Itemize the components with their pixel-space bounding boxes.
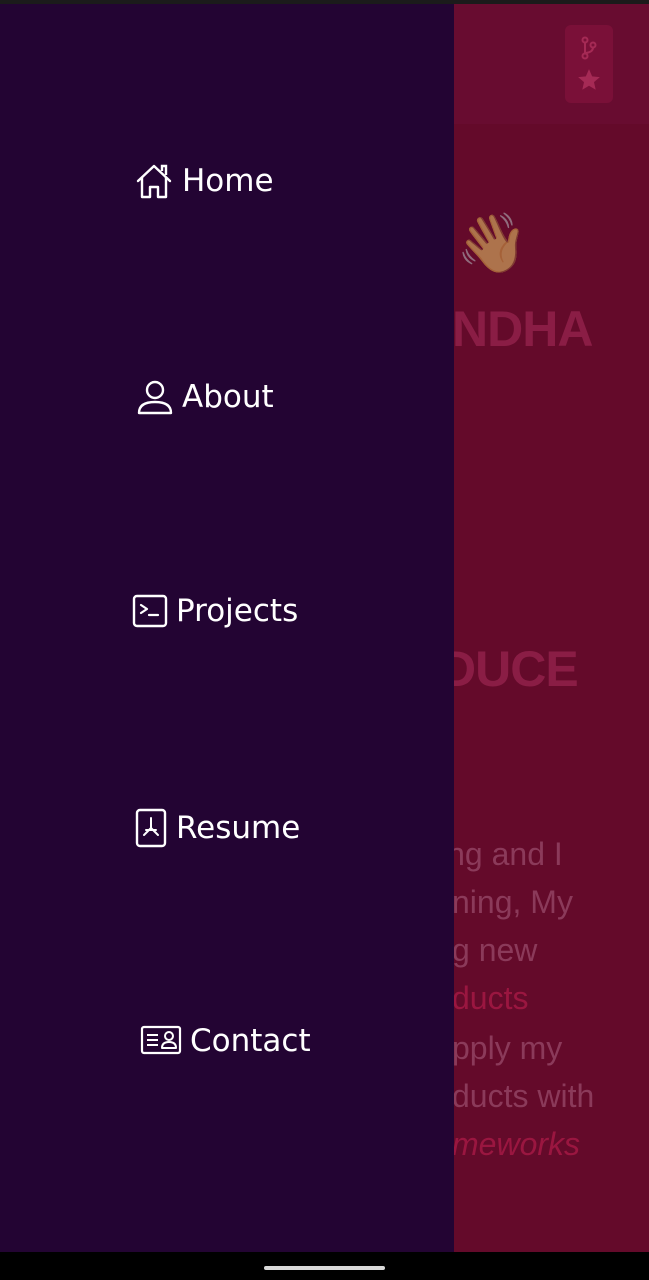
contact-card-icon xyxy=(140,1024,182,1058)
nav-item-home[interactable]: Home xyxy=(134,161,274,201)
nav-item-resume[interactable]: Resume xyxy=(134,808,300,848)
nav-item-label: Contact xyxy=(190,1023,311,1059)
nav-item-contact[interactable]: Contact xyxy=(140,1023,311,1059)
screen: 👋 NDHA DUCE ing and I ning, My g new duc… xyxy=(0,0,649,1280)
pdf-file-icon xyxy=(134,808,168,848)
paragraph-line: ducts with xyxy=(452,1078,595,1114)
nav-item-projects[interactable]: Projects xyxy=(132,593,298,629)
name-heading-fragment: NDHA xyxy=(452,301,593,357)
wave-emoji: 👋 xyxy=(456,209,529,277)
paragraph-line: ning, My xyxy=(452,884,573,920)
paragraph-line: g new xyxy=(452,932,538,968)
paragraph-line: pply my xyxy=(452,1030,563,1066)
paragraph-line: ducts xyxy=(452,980,529,1016)
git-branch-icon xyxy=(581,36,597,60)
paragraph-line: ing and I xyxy=(440,836,563,872)
nav-item-label: Resume xyxy=(176,810,301,846)
navigation-drawer: Home About Projects Resume Contact xyxy=(0,4,454,1252)
terminal-icon xyxy=(132,593,168,629)
user-icon xyxy=(136,377,174,417)
nav-item-label: About xyxy=(182,379,274,415)
nav-item-about[interactable]: About xyxy=(136,377,274,417)
intro-heading-fragment: DUCE xyxy=(440,641,579,697)
star-icon xyxy=(578,69,600,90)
paragraph-line: meworks xyxy=(452,1126,581,1162)
github-fab[interactable] xyxy=(565,25,613,103)
nav-item-label: Home xyxy=(182,163,274,199)
home-indicator[interactable] xyxy=(264,1266,385,1270)
home-icon xyxy=(134,161,174,201)
nav-item-label: Projects xyxy=(176,593,299,629)
